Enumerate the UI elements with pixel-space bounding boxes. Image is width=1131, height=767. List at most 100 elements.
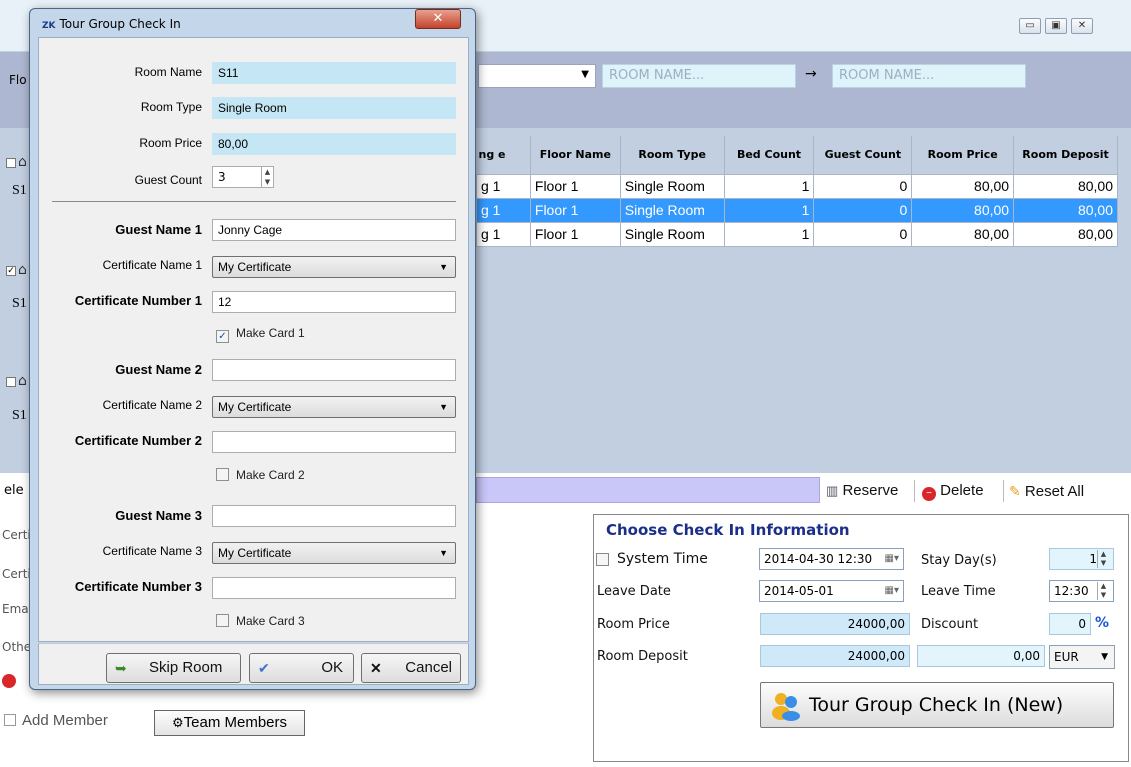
table-cell: 1 xyxy=(723,197,815,223)
room-card-label: S1 xyxy=(12,183,27,198)
add-member-checkbox[interactable]: Add Member xyxy=(4,712,108,729)
guest-name-input[interactable] xyxy=(212,359,456,381)
close-window-button[interactable]: ✕ xyxy=(1071,18,1093,34)
stay-days-stepper[interactable]: ▲ ▼ 1 xyxy=(1049,548,1114,570)
certificate-name-label: Certificate Name 2 xyxy=(102,398,202,412)
certificate-number-input[interactable] xyxy=(212,577,456,599)
chevron-down-icon: ▼ xyxy=(439,262,448,272)
spinner-icon: ▲ ▼ xyxy=(261,167,273,187)
table-cell: 0 xyxy=(813,173,913,199)
guest-name-input[interactable]: Jonny Cage xyxy=(212,219,456,241)
room-filter-select[interactable]: ▼ xyxy=(478,64,596,88)
room-checkbox[interactable]: ✓ xyxy=(6,266,16,276)
room-name-to-input[interactable]: ROOM NAME... xyxy=(832,64,1026,88)
delete-button[interactable]: − Delete xyxy=(922,479,984,503)
make-card-checkbox[interactable]: Make Card 3 xyxy=(216,614,305,628)
checkin-panel-title: Choose Check In Information xyxy=(606,521,850,539)
make-card-checkbox[interactable]: ✓ Make Card 1 xyxy=(216,326,305,343)
room-checkbox[interactable] xyxy=(6,377,16,387)
delete-member-icon[interactable] xyxy=(2,674,16,688)
room-checkbox[interactable] xyxy=(6,158,16,168)
cancel-button[interactable]: ✕ Cancel xyxy=(361,653,461,683)
ok-button[interactable]: ✔ OK xyxy=(249,653,354,683)
close-icon: ✕ xyxy=(370,660,382,676)
checkmark-icon: ✔ xyxy=(258,660,270,676)
certificate-label: Certi xyxy=(2,567,31,581)
tour-group-check-in-button[interactable]: Tour Group Check In (New) xyxy=(760,682,1114,728)
chevron-down-icon: ▼ xyxy=(439,402,448,412)
table-cell: 80,00 xyxy=(911,197,1015,223)
room-deposit-field: 24000,00 xyxy=(760,645,910,667)
table-cell: Floor 1 xyxy=(529,173,621,199)
room-name-field: S11 xyxy=(212,62,456,84)
certificate-number-input[interactable] xyxy=(212,431,456,453)
minimize-button[interactable]: ▭ xyxy=(1019,18,1041,34)
room-price-field: 80,00 xyxy=(212,133,456,155)
other-label: Othe xyxy=(2,640,32,654)
room-type-field: Single Room xyxy=(212,97,456,119)
certificate-name-select[interactable]: My Certificate ▼ xyxy=(212,542,456,564)
room-card-label: S1 xyxy=(12,296,27,311)
certificate-number-label: Certificate Number 3 xyxy=(74,579,202,594)
column-header[interactable]: Room Deposit xyxy=(1013,136,1118,174)
currency-select[interactable]: EUR ▼ xyxy=(1049,645,1115,669)
table-row[interactable]: g 1 Floor 1 Single Room 1 0 80,00 80,00 xyxy=(476,173,1118,199)
certificate-name-select[interactable]: My Certificate ▼ xyxy=(212,396,456,418)
discount-field[interactable]: 0 xyxy=(1049,613,1091,635)
room-price-label: Room Price xyxy=(139,136,202,150)
column-header[interactable]: ng e xyxy=(476,136,531,174)
column-header[interactable]: Room Price xyxy=(911,136,1015,174)
leave-date-field[interactable]: 2014-05-01 ▦▾ xyxy=(759,580,904,602)
team-members-button[interactable]: ⚙Team Members xyxy=(154,710,305,736)
make-card-checkbox[interactable]: Make Card 2 xyxy=(216,468,305,482)
cancel-label: Cancel xyxy=(405,659,452,676)
leave-date-label: Leave Date xyxy=(597,584,671,599)
delete-label: Delete xyxy=(940,482,984,499)
table-row[interactable]: g 1 Floor 1 Single Room 1 0 80,00 80,00 xyxy=(476,221,1118,247)
table-cell: g 1 xyxy=(476,197,531,223)
table-cell: Single Room xyxy=(619,197,725,223)
table-cell: Floor 1 xyxy=(529,197,621,223)
deposit-amount-field[interactable]: 0,00 xyxy=(917,645,1045,667)
room-name-from-input[interactable]: ROOM NAME... xyxy=(602,64,796,88)
certificate-name-select[interactable]: My Certificate ▼ xyxy=(212,256,456,278)
reset-all-button[interactable]: ✎ Reset All xyxy=(1009,479,1084,503)
stay-days-value: 1 xyxy=(1089,552,1097,566)
discount-label: Discount xyxy=(921,617,979,632)
system-time-label: System Time xyxy=(617,551,708,567)
leave-time-stepper[interactable]: ▲ ▼ 12:30 xyxy=(1049,580,1114,602)
users-icon xyxy=(772,693,800,721)
column-header[interactable]: Room Type xyxy=(620,136,725,174)
selection-strip[interactable] xyxy=(476,477,820,503)
table-cell: 1 xyxy=(723,173,815,199)
table-row-selected[interactable]: g 1 Floor 1 Single Room 1 0 80,00 80,00 xyxy=(476,197,1118,223)
make-card-label: Make Card 3 xyxy=(236,614,305,628)
table-cell: Floor 1 xyxy=(529,221,621,247)
guest-name-input[interactable] xyxy=(212,505,456,527)
leave-time-value: 12:30 xyxy=(1054,584,1089,598)
chevron-down-icon: ▼ xyxy=(581,69,589,80)
skip-room-button[interactable]: ➥ Skip Room xyxy=(106,653,241,683)
reserve-button[interactable]: ▥ Reserve xyxy=(826,479,898,503)
broom-icon: ✎ xyxy=(1009,483,1021,499)
column-header[interactable]: Floor Name xyxy=(530,136,621,174)
system-time-field[interactable]: 2014-04-30 12:30 ▦▾ xyxy=(759,548,904,570)
divider xyxy=(1003,480,1004,502)
guest-name-label: Guest Name 2 xyxy=(115,362,202,377)
column-header[interactable]: Bed Count xyxy=(724,136,815,174)
table-cell: g 1 xyxy=(476,221,531,247)
guest-count-stepper[interactable]: ▲ ▼ 3 xyxy=(212,166,274,188)
certificate-number-input[interactable]: 12 xyxy=(212,291,456,313)
guest-count-label: Guest Count xyxy=(134,173,202,187)
column-header[interactable]: Guest Count xyxy=(813,136,913,174)
certificate-name-label: Certificate Name 1 xyxy=(102,258,202,272)
delete-icon: − xyxy=(922,487,936,501)
maximize-button[interactable]: ▣ xyxy=(1045,18,1067,34)
table-cell: 80,00 xyxy=(911,173,1015,199)
table-cell: 80,00 xyxy=(1013,197,1118,223)
room-icon: ⌂ xyxy=(18,154,27,170)
certificate-number-label: Certificate Number 2 xyxy=(74,433,202,448)
dialog-close-button[interactable]: ✕ xyxy=(415,9,461,29)
table-cell: Single Room xyxy=(619,173,725,199)
system-time-checkbox[interactable] xyxy=(596,553,609,566)
